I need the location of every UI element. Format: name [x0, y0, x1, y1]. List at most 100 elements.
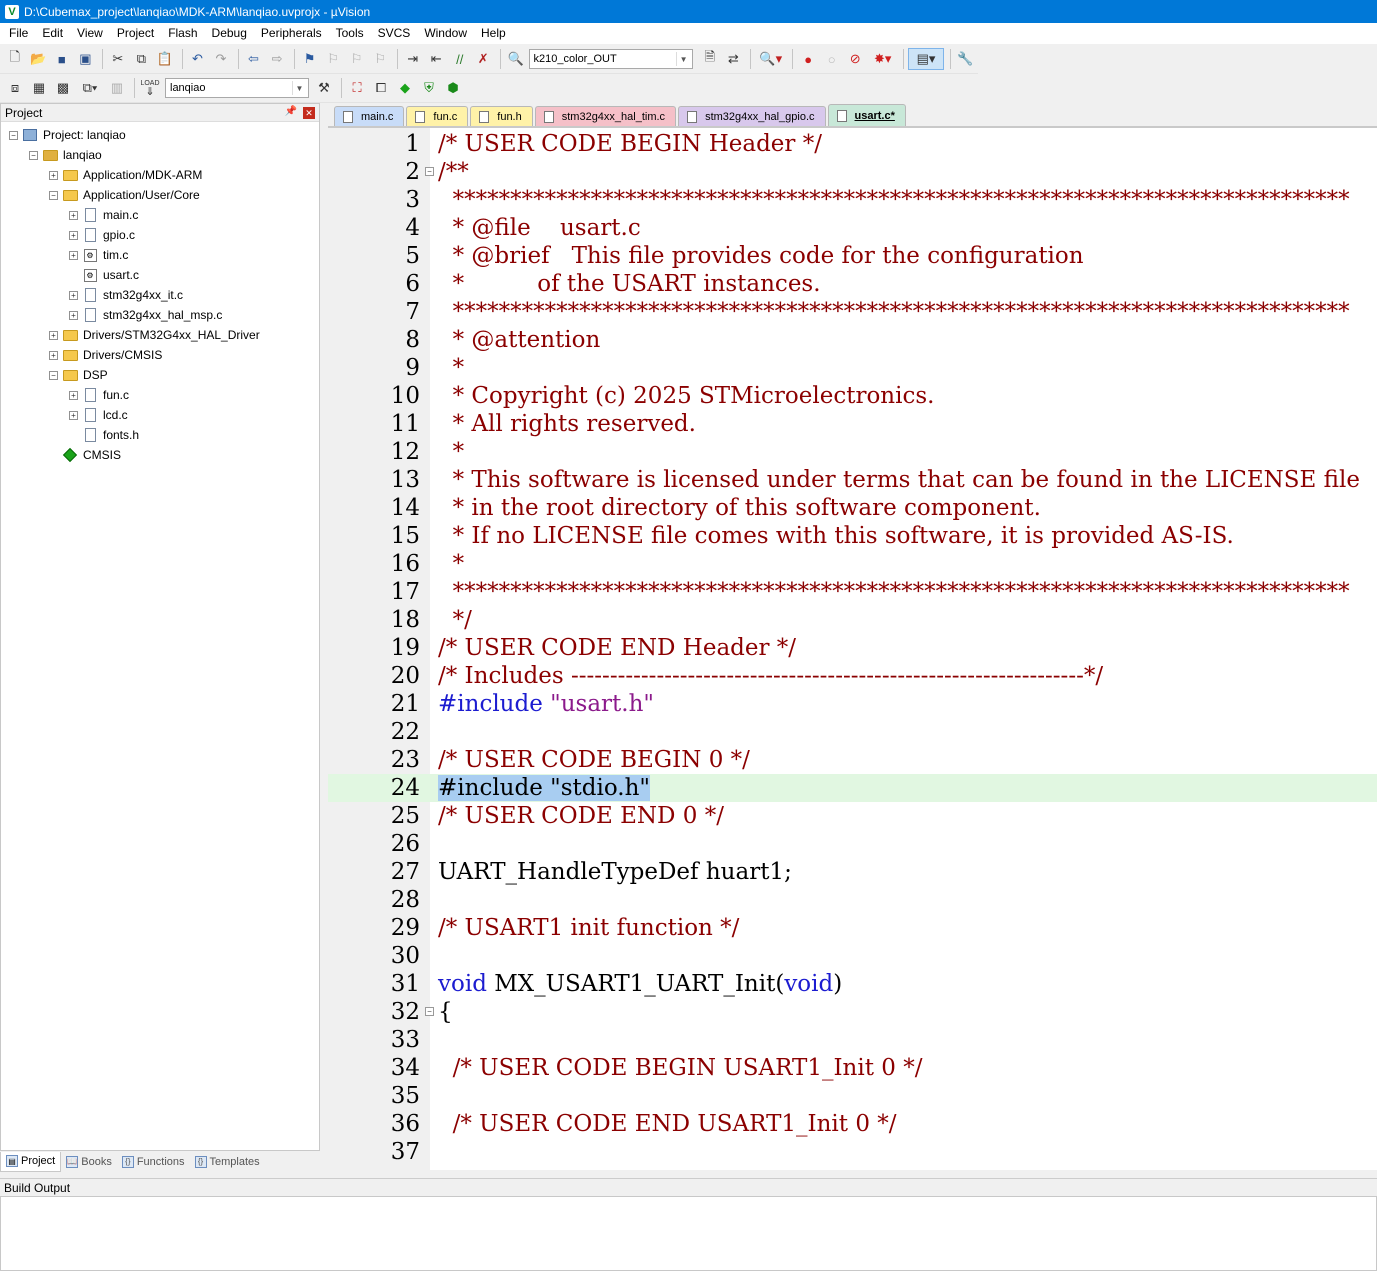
code-line[interactable]: 28: [328, 886, 1377, 914]
code-line[interactable]: 2−/**: [328, 158, 1377, 186]
stop-build-icon[interactable]: ▥: [106, 77, 128, 99]
menu-svcs[interactable]: SVCS: [371, 23, 418, 44]
collapse-icon[interactable]: −: [29, 150, 38, 160]
code-line[interactable]: 7 **************************************…: [328, 298, 1377, 326]
tree-item[interactable]: CMSIS: [1, 445, 319, 465]
configure-wrench-icon[interactable]: 🔧: [955, 48, 977, 70]
tree-item[interactable]: + Drivers/STM32G4xx_HAL_Driver: [1, 325, 319, 345]
indent-icon[interactable]: ⇥: [402, 48, 424, 70]
find-text-combo[interactable]: k210_color_OUT ▼: [528, 49, 694, 69]
code-line[interactable]: 37: [328, 1138, 1377, 1166]
file-extensions-icon[interactable]: ⧠: [370, 77, 392, 99]
clear-bookmarks-icon[interactable]: ⚐: [369, 48, 391, 70]
tree-item[interactable]: + gpio.c: [1, 225, 319, 245]
tree-item[interactable]: − lanqiao: [1, 145, 319, 165]
navigate-back-icon[interactable]: ⇦: [243, 48, 265, 70]
code-line[interactable]: 9 *: [328, 354, 1377, 382]
menu-debug[interactable]: Debug: [205, 23, 254, 44]
code-line[interactable]: 34 /* USER CODE BEGIN USART1_Init 0 */: [328, 1054, 1377, 1082]
code-line[interactable]: 15 * If no LICENSE file comes with this …: [328, 522, 1377, 550]
tree-item[interactable]: + ⚙ tim.c: [1, 245, 319, 265]
code-line[interactable]: 36 /* USER CODE END USART1_Init 0 */: [328, 1110, 1377, 1138]
disable-breakpoint-icon[interactable]: ○: [821, 48, 843, 70]
code-line[interactable]: 31 void MX_USART1_UART_Init(void): [328, 970, 1377, 998]
code-line[interactable]: 13 * This software is licensed under ter…: [328, 466, 1377, 494]
editor-tab[interactable]: fun.c: [406, 106, 469, 126]
bookmark-icon[interactable]: ⚑: [299, 48, 321, 70]
tree-item[interactable]: + Application/MDK-ARM: [1, 165, 319, 185]
editor-tab[interactable]: stm32g4xx_hal_gpio.c: [678, 106, 826, 126]
code-line[interactable]: 27 UART_HandleTypeDef huart1;: [328, 858, 1377, 886]
tree-item[interactable]: ⚙ usart.c: [1, 265, 319, 285]
code-line[interactable]: 32−{: [328, 998, 1377, 1026]
tree-item[interactable]: + stm32g4xx_hal_msp.c: [1, 305, 319, 325]
code-line[interactable]: 12 *: [328, 438, 1377, 466]
expand-icon[interactable]: +: [69, 410, 78, 420]
code-line[interactable]: 24 #include "stdio.h": [328, 774, 1377, 802]
menu-flash[interactable]: Flash: [161, 23, 204, 44]
menu-project[interactable]: Project: [110, 23, 161, 44]
save-all-icon[interactable]: ▣: [75, 48, 97, 70]
expand-icon[interactable]: +: [69, 210, 78, 220]
collapse-icon[interactable]: −: [49, 370, 58, 380]
copy-icon[interactable]: ⧉: [131, 48, 153, 70]
paste-icon[interactable]: 📋: [154, 48, 176, 70]
select-software-packs-icon[interactable]: ⛨: [418, 77, 440, 99]
redo-icon[interactable]: ↷: [210, 48, 232, 70]
menu-edit[interactable]: Edit: [35, 23, 70, 44]
open-folder-icon[interactable]: 📂: [28, 48, 50, 70]
menu-window[interactable]: Window: [417, 23, 474, 44]
panel-tab-books[interactable]: 📖 Books: [61, 1152, 117, 1172]
new-file-icon[interactable]: 🗋: [4, 48, 26, 70]
tree-item[interactable]: − DSP: [1, 365, 319, 385]
code-line[interactable]: 5 * @brief This file provides code for t…: [328, 242, 1377, 270]
editor-tab[interactable]: main.c: [334, 106, 405, 126]
code-line[interactable]: 16 *: [328, 550, 1377, 578]
code-line[interactable]: 3 **************************************…: [328, 186, 1377, 214]
code-line[interactable]: 17 *************************************…: [328, 578, 1377, 606]
fold-collapse-icon[interactable]: −: [425, 1007, 434, 1016]
expand-icon[interactable]: +: [49, 170, 58, 180]
code-line[interactable]: 22: [328, 718, 1377, 746]
fold-collapse-icon[interactable]: −: [425, 167, 434, 176]
code-line[interactable]: 20 /* Includes --------------------------…: [328, 662, 1377, 690]
panel-tab-project[interactable]: ▤ Project: [0, 1151, 62, 1172]
expand-icon[interactable]: +: [69, 230, 78, 240]
expand-icon[interactable]: +: [49, 330, 58, 340]
code-line[interactable]: 29 /* USART1 init function */: [328, 914, 1377, 942]
menu-help[interactable]: Help: [474, 23, 513, 44]
code-line[interactable]: 33: [328, 1026, 1377, 1054]
tree-item[interactable]: fonts.h: [1, 425, 319, 445]
chevron-down-icon[interactable]: ▼: [292, 81, 306, 95]
tree-item[interactable]: − Application/User/Core: [1, 185, 319, 205]
find-in-files-icon[interactable]: 🔍: [505, 48, 527, 70]
collapse-icon[interactable]: −: [9, 130, 18, 140]
menu-view[interactable]: View: [70, 23, 110, 44]
code-line[interactable]: 18 */: [328, 606, 1377, 634]
rebuild-icon[interactable]: ▩: [52, 77, 74, 99]
breakpoint-icon[interactable]: ●: [797, 48, 819, 70]
code-line[interactable]: 19 /* USER CODE END Header */: [328, 634, 1377, 662]
code-line[interactable]: 4 * @file usart.c: [328, 214, 1377, 242]
code-line[interactable]: 1 /* USER CODE BEGIN Header */: [328, 130, 1377, 158]
manage-run-time-env-icon[interactable]: ◆: [394, 77, 416, 99]
tree-item[interactable]: + Drivers/CMSIS: [1, 345, 319, 365]
debug-session-icon[interactable]: 🔍▾: [755, 48, 786, 70]
save-icon[interactable]: ■: [51, 48, 73, 70]
code-editor[interactable]: 1/* USER CODE BEGIN Header */2−/** 3 ****…: [328, 126, 1377, 1170]
editor-tab[interactable]: usart.c*: [827, 104, 906, 126]
pack-installer-icon[interactable]: ⬢: [442, 77, 464, 99]
prev-bookmark-icon[interactable]: ⚐: [322, 48, 344, 70]
tree-item[interactable]: + main.c: [1, 205, 319, 225]
expand-icon[interactable]: +: [69, 310, 78, 320]
batch-build-icon[interactable]: ⧉▾: [76, 77, 104, 99]
unindent-icon[interactable]: ⇤: [425, 48, 447, 70]
collapse-icon[interactable]: −: [49, 190, 58, 200]
code-line[interactable]: 30: [328, 942, 1377, 970]
code-line[interactable]: 35: [328, 1082, 1377, 1110]
target-select[interactable]: lanqiao ▼: [165, 78, 309, 98]
code-line[interactable]: 21 #include "usart.h": [328, 690, 1377, 718]
target-options-icon[interactable]: ⚒: [313, 77, 335, 99]
manage-project-items-icon[interactable]: ⛶: [346, 77, 368, 99]
editor-tab[interactable]: stm32g4xx_hal_tim.c: [534, 106, 677, 126]
